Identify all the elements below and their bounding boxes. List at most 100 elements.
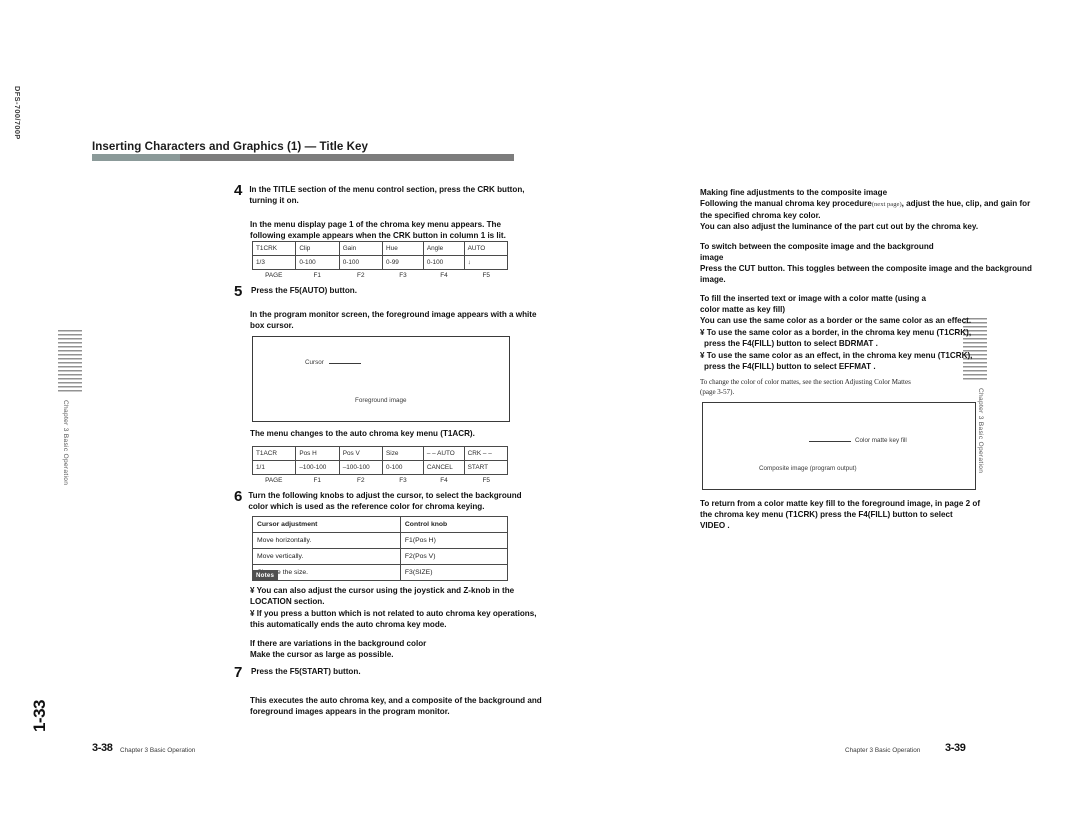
fkey-f4: F4 <box>440 272 448 279</box>
crk-cell-gain: Gain <box>338 241 384 256</box>
left-page: Inserting Characters and Graphics (1) — … <box>0 0 542 828</box>
block3-body: You can use the same color as a border o… <box>700 316 972 325</box>
menu-table-t1crk: T1CRK Clip Gain Hue Angle AUTO 1/3 0-100… <box>251 241 509 279</box>
table-row: 1/1 –100-100 –100-100 0-100 CANCEL START <box>251 460 509 475</box>
fkey-f1: F1 <box>313 477 321 484</box>
leader-line-cursor <box>329 363 361 364</box>
fkey-labels-acr: PAGE F1 F2 F3 F4 F5 <box>252 477 508 484</box>
monitor-illustration-cursor: Cursor Foreground image <box>252 336 510 422</box>
variation-note-line-1: If there are variations in the backgroun… <box>250 639 427 648</box>
step-4-text: In the TITLE section of the menu control… <box>249 185 525 206</box>
crk-value-auto-arrow: ↓ <box>463 255 509 270</box>
notes-badge: Notes <box>252 570 279 580</box>
crk-value-hue: 0-99 <box>382 255 424 270</box>
step-4: 4 In the TITLE section of the menu contr… <box>234 183 526 207</box>
fkey-f5: F5 <box>482 272 490 279</box>
block3-heading-line-1: To fill the inserted text or image with … <box>700 294 927 303</box>
fkey-f3: F3 <box>399 272 407 279</box>
fkey-f2: F2 <box>357 477 365 484</box>
crk-value-page: 1/3 <box>251 255 297 270</box>
cell-knob-f2: F2(Pos V) <box>399 548 509 565</box>
closing-paragraph-line-1: To return from a color matte key fill to… <box>700 499 981 508</box>
right-page: Making fine adjustments to the composite… <box>540 0 1080 828</box>
step-6-text: Turn the following knobs to adjust the c… <box>248 491 522 512</box>
paragraph-after-step-7: This executes the auto chroma key, and a… <box>250 696 542 717</box>
step-7-number: 7 <box>234 664 243 681</box>
block1-body-line-1: Following the manual chroma key procedur… <box>700 198 1040 222</box>
crk-value-angle: 0-100 <box>422 255 465 270</box>
step-7: 7 Press the F5(START) button. <box>234 664 526 681</box>
acr-cell-menu: T1ACR <box>251 446 297 461</box>
step-7-text: Press the F5(START) button. <box>251 667 361 676</box>
fkey-f1: F1 <box>313 272 321 279</box>
crk-cell-hue: Hue <box>382 241 424 256</box>
step-5: 5 Press the F5(AUTO) button. <box>234 283 526 300</box>
cell-move-vertically: Move vertically. <box>252 548 401 565</box>
table-row: Move vertically. F2(Pos V) <box>252 548 509 565</box>
crk-cell-menu: T1CRK <box>251 241 297 256</box>
closing-paragraph-line-3: VIDEO . <box>700 521 730 530</box>
right-footer-chapter: Chapter 3 Basic Operation <box>845 747 921 754</box>
acr-cell-crk: CRK – – <box>463 446 509 461</box>
manual-page-spread: DFS-700/700P 1-33 Chapter 3 Basic Operat… <box>0 0 1080 828</box>
table-header-row: Cursor adjustment Control knob <box>252 516 509 533</box>
cell-move-horizontally: Move horizontally. <box>252 532 401 549</box>
fkey-labels-crk: PAGE F1 F2 F3 F4 F5 <box>252 272 508 279</box>
paragraph-after-step-5: In the program monitor screen, the foreg… <box>250 310 537 331</box>
table-row: T1CRK Clip Gain Hue Angle AUTO <box>251 241 509 256</box>
acr-value-page: 1/1 <box>251 460 297 475</box>
label-foreground-image: Foreground image <box>355 397 407 404</box>
page-title: Inserting Characters and Graphics (1) — … <box>92 140 369 153</box>
crk-value-gain: 0-100 <box>338 255 384 270</box>
closing-paragraph-line-2: the chroma key menu (T1CRK) press the F4… <box>700 510 953 519</box>
block2-heading-line-1: To switch between the composite image an… <box>700 242 934 251</box>
label-cursor: Cursor <box>305 359 324 366</box>
crk-cell-auto: AUTO <box>463 241 509 256</box>
fkey-f3: F3 <box>399 477 407 484</box>
cursor-adjustment-table: Cursor adjustment Control knob Move hori… <box>252 516 509 581</box>
monitor-illustration-color-matte: Color matte key fill Composite image (pr… <box>702 402 976 490</box>
note-item-2: ¥ If you press a button which is not rel… <box>250 609 537 630</box>
left-footer-chapter: Chapter 3 Basic Operation <box>120 747 196 754</box>
table-row: Move horizontally. F1(Pos H) <box>252 532 509 549</box>
step-5-number: 5 <box>234 283 243 300</box>
crk-value-clip: 0-100 <box>295 255 340 270</box>
leader-line-key-fill <box>809 441 851 442</box>
block2-heading-line-2: image <box>700 253 724 262</box>
step-6-number: 6 <box>234 488 243 505</box>
col-header-control-knob: Control knob <box>399 516 509 533</box>
menu-table-t1acr: T1ACR Pos H Pos V Size – – AUTO CRK – – … <box>251 446 509 484</box>
acr-cell-pos-h: Pos H <box>295 446 340 461</box>
cell-knob-f1: F1(Pos H) <box>399 532 509 549</box>
variation-note-line-2: Make the cursor as large as possible. <box>250 650 394 659</box>
block3-bullet-2-line-2: press the F4(FILL) button to select EFFM… <box>704 362 876 371</box>
step-5-text: Press the F5(AUTO) button. <box>251 286 357 295</box>
paragraph-after-step-4: In the menu display page 1 of the chroma… <box>250 220 506 241</box>
reference-note-line-1: To change the color of color mattes, see… <box>700 378 911 386</box>
block2-body: Press the CUT button. This toggles betwe… <box>700 264 1032 285</box>
block3-bullet-2-line-1: ¥ To use the same color as an effect, in… <box>700 351 973 360</box>
note-item-1: ¥ You can also adjust the cursor using t… <box>250 586 515 607</box>
acr-value-cancel: CANCEL <box>422 460 465 475</box>
caption-menu-change: The menu changes to the auto chroma key … <box>250 429 475 438</box>
block3-bullet-1-line-2: press the F4(FILL) button to select BDRM… <box>704 339 878 348</box>
right-page-number: 3-39 <box>945 742 966 754</box>
fkey-page: PAGE <box>265 477 283 484</box>
title-rule-accent <box>92 154 180 161</box>
crk-cell-angle: Angle <box>422 241 465 256</box>
label-color-matte-key-fill: Color matte key fill <box>855 437 907 444</box>
fkey-f2: F2 <box>357 272 365 279</box>
table-row: T1ACR Pos H Pos V Size – – AUTO CRK – – <box>251 446 509 461</box>
reference-note-line-2: (page 3-57). <box>700 387 735 396</box>
col-header-cursor-adjustment: Cursor adjustment <box>252 516 401 533</box>
acr-value-size: 0-100 <box>382 460 424 475</box>
acr-value-pos-h: –100-100 <box>295 460 340 475</box>
acr-cell-pos-v: Pos V <box>338 446 384 461</box>
crk-cell-clip: Clip <box>295 241 340 256</box>
fkey-page: PAGE <box>265 272 283 279</box>
fkey-f4: F4 <box>440 477 448 484</box>
table-row: 1/3 0-100 0-100 0-99 0-100 ↓ <box>251 255 509 270</box>
block1-body-ref: (next page) <box>871 201 902 208</box>
block3-bullet-1-line-1: ¥ To use the same color as a border, in … <box>700 328 972 337</box>
cell-knob-f3: F3(SIZE) <box>399 564 509 581</box>
